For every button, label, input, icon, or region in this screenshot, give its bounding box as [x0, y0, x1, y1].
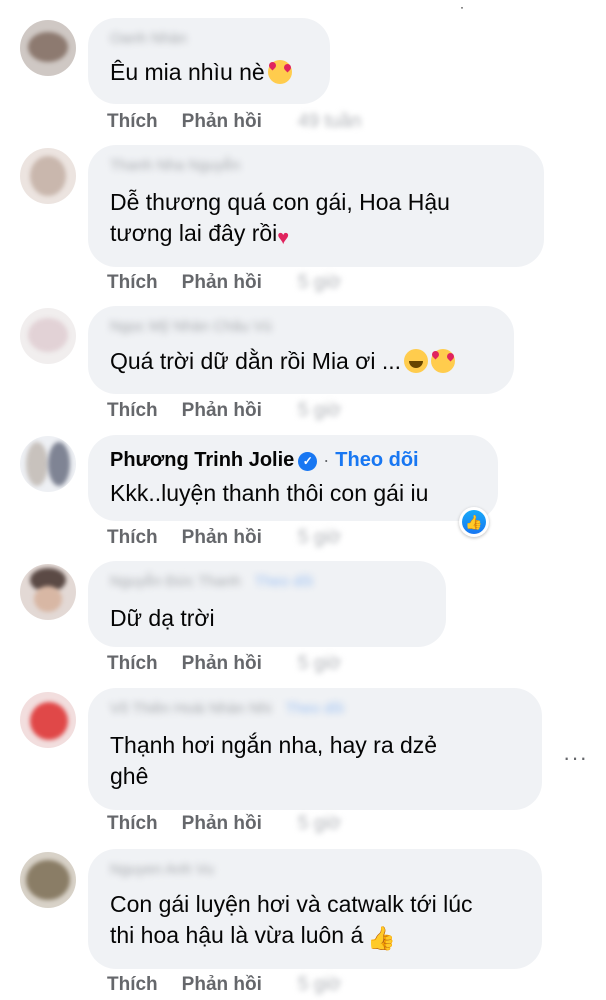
- verified-badge-icon: ✓: [298, 452, 318, 471]
- smiling-face-with-hearts-icon: [267, 60, 292, 84]
- like-button[interactable]: Thích: [107, 272, 158, 294]
- laughing-face-icon: [404, 349, 428, 373]
- comment-text: Dữ dạ trời: [110, 605, 215, 631]
- comment-author: Nguyễn Đức Thanh Theo dõi: [110, 573, 313, 591]
- scroll-edge-mark: ·: [460, 0, 464, 14]
- reply-button[interactable]: Phản hồi: [182, 974, 262, 996]
- comment-text: Êu mia nhìu nè: [110, 57, 292, 88]
- like-button[interactable]: Thích: [107, 974, 158, 996]
- comment-author[interactable]: Nguyen Anh Vu: [110, 861, 214, 879]
- comment-text: Quá trời dữ dằn rồi Mia ơi ...: [110, 346, 455, 377]
- comment-time[interactable]: 49 tuần: [298, 111, 361, 133]
- reply-button[interactable]: Phản hồi: [182, 400, 262, 422]
- like-reaction-icon[interactable]: 👍: [459, 507, 489, 537]
- comment-time[interactable]: 5 giờ: [298, 653, 341, 675]
- comment-author: Phương Trinh Jolie ✓ · Theo dõi: [110, 448, 419, 472]
- reply-button[interactable]: Phản hồi: [182, 813, 262, 835]
- comment-text-line: Thạnh hơi ngắn nha, hay ra dzẻ: [110, 732, 438, 758]
- like-button[interactable]: Thích: [107, 813, 158, 835]
- author-name[interactable]: Nguyễn Đức Thanh: [110, 573, 241, 590]
- comment-actions: Thích Phản hồi 5 giờ: [107, 272, 341, 294]
- like-button[interactable]: Thích: [107, 527, 158, 549]
- comment-bubble: Ngọc Mỹ Nhàn Châu Vú Quá trời dữ dằn rồi…: [88, 306, 514, 394]
- reply-button[interactable]: Phản hồi: [182, 272, 262, 294]
- two-hearts-icon: ♥: [277, 227, 290, 249]
- comment-actions: Thích Phản hồi 5 giờ: [107, 974, 341, 996]
- comment-time[interactable]: 5 giờ: [298, 272, 341, 294]
- comment-text: Con gái luyện hơi và catwalk tới lúc thi…: [110, 889, 473, 951]
- separator: ·: [323, 450, 330, 470]
- comment-author[interactable]: Oanh Nhàn: [110, 30, 187, 48]
- comment-author[interactable]: Thanh Nha Nguyễn: [110, 157, 240, 175]
- comment-actions: Thích Phản hồi 5 giờ: [107, 653, 341, 675]
- avatar[interactable]: [20, 148, 76, 204]
- comment-time[interactable]: 5 giờ: [298, 813, 341, 835]
- comment-text: Dễ thương quá con gái, Hoa Hậu tương lai…: [110, 187, 450, 249]
- like-button[interactable]: Thích: [107, 111, 158, 133]
- comment-time[interactable]: 5 giờ: [298, 974, 341, 996]
- comment-actions: Thích Phản hồi 5 giờ: [107, 400, 341, 422]
- follow-button[interactable]: Theo dõi: [335, 449, 418, 471]
- reply-button[interactable]: Phản hồi: [182, 653, 262, 675]
- comment-actions: Thích Phản hồi 5 giờ: [107, 527, 341, 549]
- comment-bubble: Nguyễn Đức Thanh Theo dõi Dữ dạ trời: [88, 561, 446, 647]
- avatar[interactable]: [20, 20, 76, 76]
- follow-button[interactable]: Theo dõi: [255, 573, 313, 591]
- avatar[interactable]: [20, 692, 76, 748]
- avatar[interactable]: [20, 436, 76, 492]
- comment-author: Võ Thiên Hoài Nhàn Nhi Theo dõi: [110, 700, 344, 718]
- comment-text-line: tương lai đây rồi♥: [110, 218, 450, 249]
- reply-button[interactable]: Phản hồi: [182, 111, 262, 133]
- author-name[interactable]: Võ Thiên Hoài Nhàn Nhi: [110, 700, 271, 717]
- like-button[interactable]: Thích: [107, 400, 158, 422]
- comment-author[interactable]: Ngọc Mỹ Nhàn Châu Vú: [110, 318, 272, 336]
- comment-text-line: Con gái luyện hơi và catwalk tới lúc: [110, 891, 473, 917]
- comment-text-line: ghê: [110, 763, 149, 789]
- comment-bubble: Thanh Nha Nguyễn Dễ thương quá con gái, …: [88, 145, 544, 267]
- comment-bubble: Nguyen Anh Vu Con gái luyện hơi và catwa…: [88, 849, 542, 969]
- comment-actions: Thích Phản hồi 5 giờ: [107, 813, 341, 835]
- smiling-face-with-hearts-icon: [431, 349, 455, 373]
- comment-bubble: Oanh Nhàn Êu mia nhìu nè: [88, 18, 330, 104]
- comment-actions: Thích Phản hồi 49 tuần: [107, 111, 361, 133]
- comment-bubble: Phương Trinh Jolie ✓ · Theo dõi Kkk..luyện …: [88, 435, 498, 521]
- comment-bubble: Võ Thiên Hoài Nhàn Nhi Theo dõi Thạnh hơi…: [88, 688, 542, 810]
- follow-button[interactable]: Theo dõi: [285, 700, 343, 718]
- like-button[interactable]: Thích: [107, 653, 158, 675]
- comment-time[interactable]: 5 giờ: [298, 527, 341, 549]
- reply-button[interactable]: Phản hồi: [182, 527, 262, 549]
- comment-text-line: thi hoa hậu là vừa luôn á 👍: [110, 922, 396, 951]
- thumbs-up-icon: 👍: [367, 925, 396, 951]
- avatar[interactable]: [20, 308, 76, 364]
- comment-text: Kkk..luyện thanh thôi con gái iu: [110, 480, 429, 506]
- author-name[interactable]: Phương Trinh Jolie: [110, 449, 294, 471]
- avatar[interactable]: [20, 564, 76, 620]
- comment-time[interactable]: 5 giờ: [298, 400, 341, 422]
- more-options-icon[interactable]: ···: [563, 745, 588, 771]
- comment-text-line: Dễ thương quá con gái, Hoa Hậu: [110, 189, 450, 215]
- comment-text: Thạnh hơi ngắn nha, hay ra dzẻ ghê: [110, 730, 437, 792]
- avatar[interactable]: [20, 852, 76, 908]
